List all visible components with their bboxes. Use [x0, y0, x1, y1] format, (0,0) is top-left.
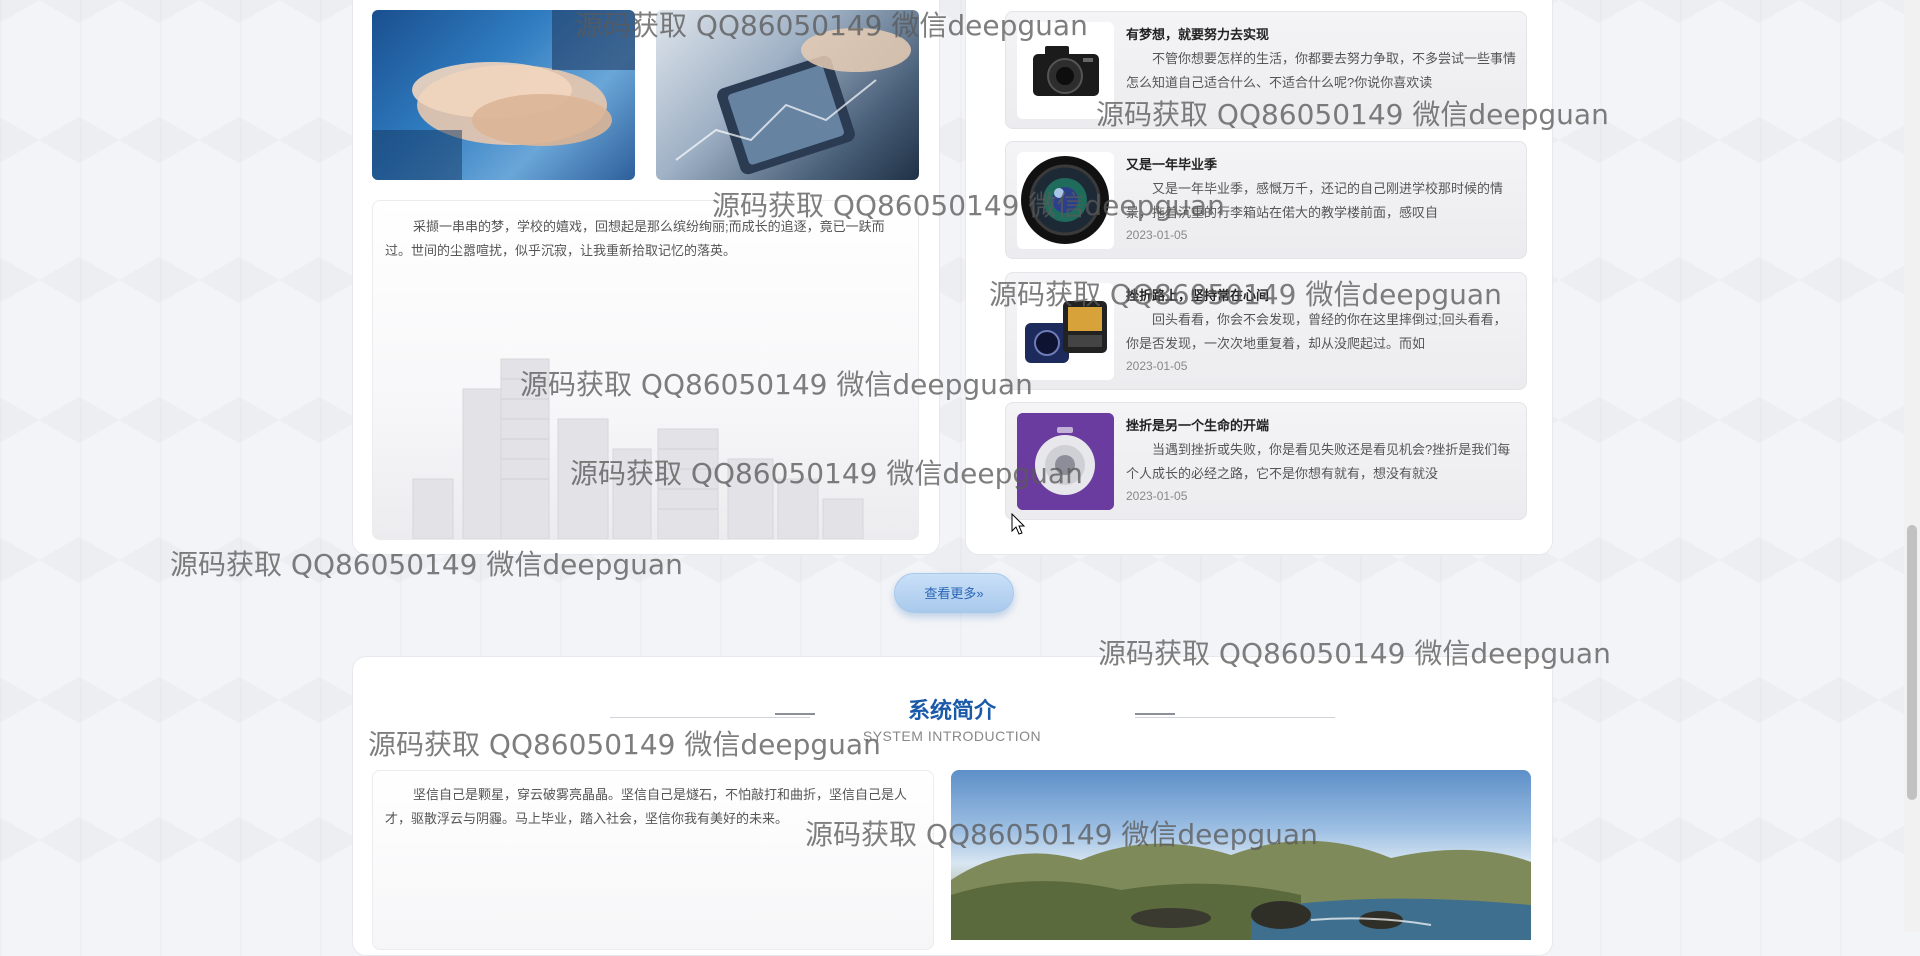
news-item[interactable]: 又是一年毕业季 又是一年毕业季，感慨万千，还记的自己刚进学校那时候的情景，拖着沉…: [1005, 141, 1527, 259]
news-date: 2023-01-05: [1126, 489, 1188, 503]
intro-text-card: 坚信自己是颗星，穿云破雾亮晶晶。坚信自己是燧石，不怕敲打和曲折，坚信自己是人才，…: [372, 770, 934, 950]
view-more-button[interactable]: 查看更多»: [894, 573, 1014, 613]
teamwork-hands-image[interactable]: [372, 10, 635, 180]
news-title[interactable]: 挫折是另一个生命的开端: [1126, 415, 1269, 434]
news-item[interactable]: 有梦想，就要努力去实现 不管你想要怎样的生活，你都要去努力争取，不多尝试一些事情…: [1005, 11, 1527, 129]
news-item[interactable]: 挫折路上，坚持常在心间 回头看看，你会不会发现，曾经的你在这里摔倒过;回头看看，…: [1005, 272, 1527, 390]
section-title: 系统简介: [907, 698, 996, 723]
dashcam-icon: [1017, 283, 1114, 380]
tablet-analytics-image[interactable]: [656, 10, 919, 180]
vertical-scrollbar[interactable]: [1904, 0, 1920, 932]
news-item[interactable]: 挫折是另一个生命的开端 当遇到挫折或失败，你是看见失败还是看见机会?挫折是我们每…: [1005, 402, 1527, 520]
news-description: 当遇到挫折或失败，你是看见失败还是看见机会?挫折是我们每个人成长的必经之路，它不…: [1126, 442, 1511, 481]
memory-quote-card: 采撷一串串的梦，学校的嬉戏，回想起是那么缤纷绚丽;而成长的追逐，竟已一趺而过。世…: [372, 200, 919, 540]
camera-icon: [1017, 22, 1114, 119]
news-date: 2023-01-05: [1126, 359, 1188, 373]
news-title[interactable]: 挫折路上，坚持常在心间: [1126, 285, 1269, 304]
news-description: 又是一年毕业季，感慨万千，还记的自己刚进学校那时候的情景，拖着沉重的行李箱站在偌…: [1126, 181, 1504, 220]
news-title[interactable]: 有梦想，就要努力去实现: [1126, 24, 1269, 43]
coastal-landscape-image[interactable]: [951, 770, 1531, 940]
news-title[interactable]: 又是一年毕业季: [1126, 154, 1217, 173]
scrollbar-thumb[interactable]: [1907, 525, 1917, 800]
intro-text: 坚信自己是颗星，穿云破雾亮晶晶。坚信自己是燧石，不怕敲打和曲折，坚信自己是人才，…: [385, 787, 908, 826]
webcam-icon: [1017, 413, 1114, 510]
news-date: 2023-01-05: [1126, 228, 1188, 242]
section-subtitle: SYSTEM INTRODUCTION: [862, 728, 1042, 744]
lens-icon: [1017, 152, 1114, 249]
news-description: 不管你想要怎样的生活，你都要去努力争取，不多尝试一些事情怎么知道自己适合什么、不…: [1126, 51, 1516, 90]
memory-quote-text: 采撷一串串的梦，学校的嬉戏，回想起是那么缤纷绚丽;而成长的追逐，竟已一趺而过。世…: [385, 219, 885, 258]
city-skyline-illustration: [412, 358, 864, 539]
news-description: 回头看看，你会不会发现，曾经的你在这里摔倒过;回头看看，你是否发现，一次次地重复…: [1126, 312, 1507, 351]
mouse-cursor-icon: [1011, 513, 1026, 535]
